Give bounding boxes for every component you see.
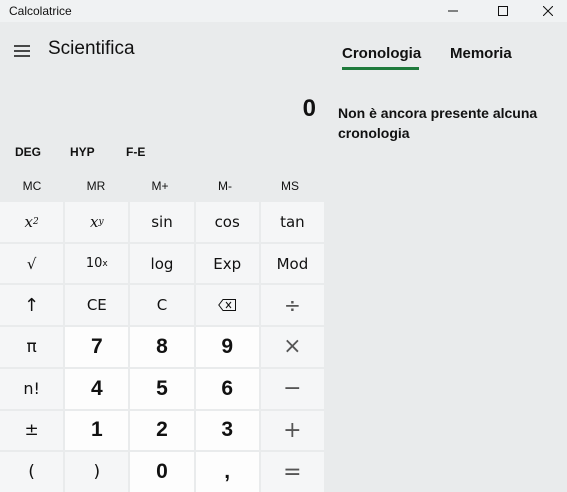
square-exponent: 2 bbox=[32, 216, 39, 227]
tab-history[interactable]: Cronologia bbox=[342, 45, 421, 62]
close-icon bbox=[543, 6, 553, 16]
digit-6-button[interactable]: 6 bbox=[195, 368, 259, 409]
exp-button[interactable]: Exp bbox=[195, 243, 259, 284]
digit-7-button[interactable]: 7 bbox=[65, 327, 129, 367]
memory-store-button[interactable]: MS bbox=[258, 175, 322, 197]
decimal-button[interactable]: , bbox=[195, 452, 259, 492]
cos-button[interactable]: cos bbox=[195, 202, 259, 242]
open-paren-button[interactable]: ( bbox=[0, 452, 64, 492]
divide-button[interactable]: ÷ bbox=[260, 285, 324, 326]
multiply-button[interactable]: × bbox=[260, 327, 324, 367]
title-bar: Calcolatrice bbox=[0, 0, 567, 22]
digit-4-button[interactable]: 4 bbox=[65, 368, 129, 409]
close-button[interactable] bbox=[525, 0, 567, 22]
fe-toggle[interactable]: F-E bbox=[126, 145, 145, 159]
clear-button[interactable]: C bbox=[130, 285, 194, 326]
minus-button[interactable]: − bbox=[260, 368, 324, 409]
keypad: x2 xy sin cos tan √ 10 x log Exp Mod ↑ CE… bbox=[0, 202, 324, 492]
minimize-icon bbox=[448, 10, 458, 12]
result-display: 0 bbox=[302, 95, 316, 122]
active-tab-indicator bbox=[342, 67, 419, 70]
hyp-toggle[interactable]: HYP bbox=[70, 145, 95, 159]
digit-1-button[interactable]: 1 bbox=[65, 410, 129, 451]
power-exponent: y bbox=[98, 216, 104, 227]
negate-button[interactable]: ± bbox=[0, 410, 64, 451]
square-button[interactable]: x2 bbox=[0, 202, 64, 242]
backspace-icon bbox=[218, 299, 237, 312]
pi-button[interactable]: π bbox=[0, 327, 64, 367]
digit-8-button[interactable]: 8 bbox=[130, 327, 194, 367]
digit-2-button[interactable]: 2 bbox=[130, 410, 194, 451]
square-root-button[interactable]: √ bbox=[0, 243, 64, 284]
clear-entry-button[interactable]: CE bbox=[65, 285, 129, 326]
deg-toggle[interactable]: DEG bbox=[15, 145, 41, 159]
plus-button[interactable]: + bbox=[260, 410, 324, 451]
shift-button[interactable]: ↑ bbox=[0, 285, 64, 326]
digit-3-button[interactable]: 3 bbox=[195, 410, 259, 451]
maximize-icon bbox=[498, 6, 508, 16]
square-label: x bbox=[24, 212, 33, 231]
navigation-menu-button[interactable] bbox=[9, 38, 35, 64]
ten-power-button[interactable]: 10 x bbox=[65, 243, 129, 284]
memory-add-button[interactable]: M+ bbox=[128, 175, 192, 197]
memory-recall-button[interactable]: MR bbox=[64, 175, 128, 197]
power-button[interactable]: xy bbox=[65, 202, 129, 242]
minimize-button[interactable] bbox=[430, 0, 476, 22]
digit-9-button[interactable]: 9 bbox=[195, 327, 259, 367]
window-title: Calcolatrice bbox=[9, 4, 72, 18]
mode-title: Scientifica bbox=[48, 38, 135, 59]
factorial-button[interactable]: n! bbox=[0, 368, 64, 409]
history-empty-message: Non è ancora presente alcuna cronologia bbox=[338, 105, 538, 141]
backspace-button[interactable] bbox=[195, 285, 259, 326]
log-button[interactable]: log bbox=[130, 243, 194, 284]
sin-button[interactable]: sin bbox=[130, 202, 194, 242]
close-paren-button[interactable]: ) bbox=[65, 452, 129, 492]
tab-memory[interactable]: Memoria bbox=[450, 45, 512, 62]
tan-button[interactable]: tan bbox=[260, 202, 324, 242]
memory-clear-button[interactable]: MC bbox=[0, 175, 64, 197]
digit-0-button[interactable]: 0 bbox=[130, 452, 194, 492]
ten-power-exponent: x bbox=[102, 258, 108, 269]
hamburger-icon bbox=[14, 45, 30, 57]
ten-power-label: 10 bbox=[85, 256, 103, 272]
maximize-button[interactable] bbox=[480, 0, 526, 22]
equals-button[interactable]: = bbox=[260, 452, 324, 492]
digit-5-button[interactable]: 5 bbox=[130, 368, 194, 409]
memory-subtract-button[interactable]: M- bbox=[193, 175, 257, 197]
mod-button[interactable]: Mod bbox=[260, 243, 324, 284]
